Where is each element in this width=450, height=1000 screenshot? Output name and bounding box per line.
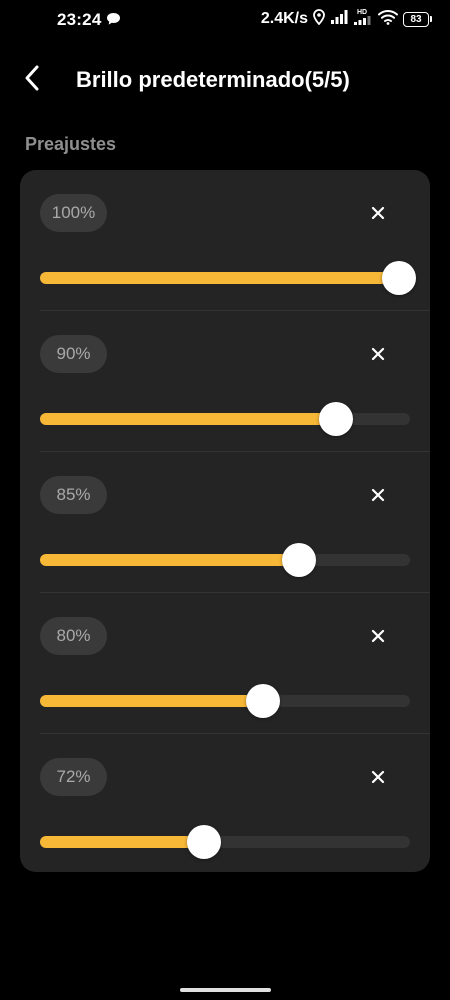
section-label-presets: Preajustes (25, 134, 117, 154)
brightness-slider[interactable] (40, 261, 416, 295)
chevron-left-icon (25, 65, 39, 91)
signal-icon (330, 9, 348, 30)
remove-preset-button[interactable] (366, 765, 390, 789)
preset-value-pill: 80% (40, 617, 107, 655)
battery-level: 83 (410, 13, 422, 25)
hd-signal-icon: HD (353, 8, 373, 31)
preset-value-pill: 72% (40, 758, 107, 796)
close-icon (371, 206, 385, 220)
battery-icon: 83 (403, 11, 432, 27)
brightness-slider[interactable] (40, 825, 410, 859)
preset-row-1: 100% (20, 170, 430, 311)
home-indicator[interactable] (180, 988, 271, 992)
preset-value-pill: 100% (40, 194, 107, 232)
close-icon (371, 488, 385, 502)
preset-row-2: 90% (20, 311, 430, 452)
net-speed: 2.4K/s (260, 10, 308, 27)
slider-fill (40, 836, 210, 848)
slider-fill (40, 554, 306, 566)
brightness-slider[interactable] (40, 684, 410, 718)
slider-fill (40, 413, 343, 425)
status-time: 23:24 (57, 10, 102, 29)
presets-card: 100% 90% 85% 80% 72% (20, 170, 430, 872)
close-icon (371, 629, 385, 643)
preset-row-5: 72% (20, 734, 430, 872)
brightness-slider[interactable] (40, 402, 410, 436)
preset-value-pill: 90% (40, 335, 107, 373)
header: Brillo predeterminado(5/5) (0, 58, 450, 102)
preset-value-label: 72% (56, 767, 91, 786)
close-icon (371, 347, 385, 361)
brightness-slider[interactable] (40, 543, 410, 577)
preset-value-label: 90% (56, 344, 91, 363)
svg-text:HD: HD (357, 9, 367, 16)
preset-value-label: 100% (51, 203, 96, 222)
preset-row-3: 85% (20, 452, 430, 593)
preset-value-label: 85% (56, 485, 91, 504)
slider-thumb[interactable] (282, 543, 317, 577)
slider-thumb[interactable] (186, 825, 221, 859)
preset-value-label: 80% (56, 626, 91, 645)
page-title: Brillo predeterminado(5/5) (76, 67, 350, 92)
slider-thumb[interactable] (319, 402, 354, 436)
slider-fill (40, 272, 410, 284)
status-bar: 23:24 2.4K/s HD 83 (0, 0, 450, 38)
close-icon (371, 770, 385, 784)
wifi-icon (378, 9, 398, 30)
chat-bubble-icon (106, 12, 121, 31)
status-right: 2.4K/s HD 83 (261, 9, 432, 29)
back-button[interactable] (14, 60, 50, 96)
location-icon (313, 8, 325, 30)
remove-preset-button[interactable] (366, 624, 390, 648)
slider-thumb[interactable] (382, 261, 416, 295)
preset-value-pill: 85% (40, 476, 107, 514)
remove-preset-button[interactable] (366, 483, 390, 507)
slider-thumb[interactable] (245, 684, 280, 718)
remove-preset-button[interactable] (366, 342, 390, 366)
preset-row-4: 80% (20, 593, 430, 734)
remove-preset-button[interactable] (366, 201, 390, 225)
slider-fill (40, 695, 269, 707)
